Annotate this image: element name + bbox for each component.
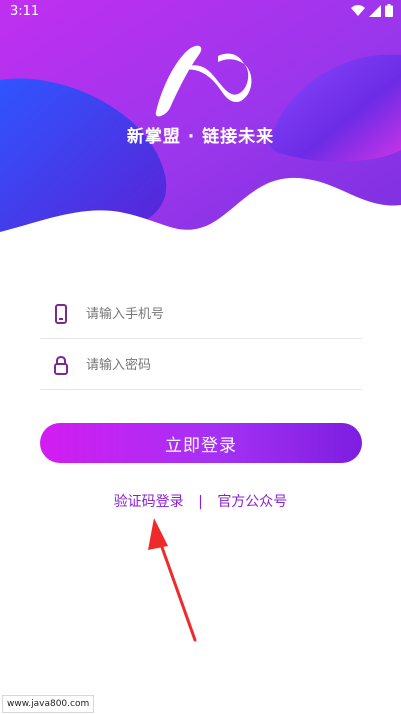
link-separator: | bbox=[198, 494, 203, 510]
battery-icon bbox=[385, 4, 393, 17]
sms-login-link[interactable]: 验证码登录 bbox=[114, 494, 184, 510]
phone-input[interactable] bbox=[84, 305, 362, 323]
lock-icon bbox=[54, 355, 68, 375]
status-bar: 3:11 bbox=[0, 0, 401, 24]
status-time: 3:11 bbox=[10, 4, 40, 19]
alt-login-links: 验证码登录 | 官方公众号 bbox=[0, 491, 401, 511]
signal-icon bbox=[369, 4, 381, 17]
status-icons bbox=[351, 4, 393, 17]
app-logo bbox=[155, 45, 252, 117]
watermark: www.java800.com bbox=[2, 695, 95, 713]
official-account-link[interactable]: 官方公众号 bbox=[217, 494, 287, 510]
password-input[interactable] bbox=[84, 356, 362, 374]
login-button[interactable]: 立即登录 bbox=[40, 423, 362, 463]
wifi-icon bbox=[351, 4, 365, 16]
brand-slogan: 新掌盟 · 链接未来 bbox=[126, 127, 275, 147]
phone-icon bbox=[55, 304, 67, 324]
phone-field[interactable] bbox=[40, 290, 362, 339]
password-field[interactable] bbox=[40, 341, 362, 390]
annotation-arrow-icon bbox=[148, 518, 197, 642]
